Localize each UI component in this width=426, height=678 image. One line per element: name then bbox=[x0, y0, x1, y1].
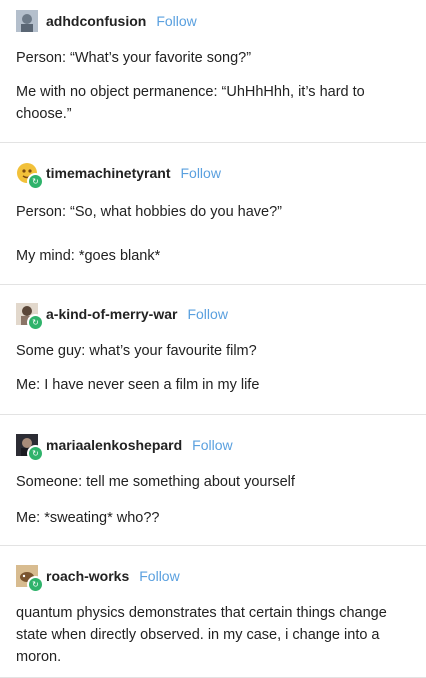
avatar[interactable]: ↻ bbox=[16, 565, 44, 593]
avatar[interactable] bbox=[16, 10, 38, 32]
post-adhdconfusion: adhdconfusion Follow Person: “What’s you… bbox=[0, 0, 426, 143]
post-text-line: My mind: *goes blank* bbox=[16, 248, 161, 264]
username[interactable]: mariaalenkoshepard bbox=[46, 437, 182, 453]
post-header: adhdconfusion Follow bbox=[16, 7, 414, 35]
avatar[interactable]: ↻ bbox=[16, 434, 44, 462]
post-text-paragraph: quantum physics demonstrates that certai… bbox=[16, 605, 387, 665]
post-header: ↻ roach-works Follow bbox=[16, 562, 414, 593]
post-header: ↻ timemachinetyrant Follow bbox=[16, 159, 414, 190]
post-text-line: Me: *sweating* who?? bbox=[16, 510, 160, 526]
username[interactable]: a-kind-of-merry-war bbox=[46, 306, 177, 322]
post-text-line: Me with no object permanence: “UhHhHhh, … bbox=[16, 84, 365, 122]
avatar[interactable]: ↻ bbox=[16, 303, 44, 331]
post-a-kind-of-merry-war: ↻ a-kind-of-merry-war Follow Some guy: w… bbox=[0, 285, 426, 415]
follow-button[interactable]: Follow bbox=[192, 437, 232, 453]
avatar-icon bbox=[16, 10, 38, 32]
reblog-icon: ↻ bbox=[27, 445, 44, 462]
username[interactable]: adhdconfusion bbox=[46, 13, 146, 29]
post-text-line: Me: I have never seen a film in my life bbox=[16, 377, 260, 393]
post-text-line: Person: “So, what hobbies do you have?” bbox=[16, 204, 282, 220]
follow-button[interactable]: Follow bbox=[180, 165, 220, 181]
post-roach-works: ↻ roach-works Follow quantum physics dem… bbox=[0, 546, 426, 678]
follow-button[interactable]: Follow bbox=[156, 13, 196, 29]
username[interactable]: roach-works bbox=[46, 568, 129, 584]
post-header: ↻ mariaalenkoshepard Follow bbox=[16, 431, 414, 462]
follow-button[interactable]: Follow bbox=[187, 306, 227, 322]
avatar[interactable]: ↻ bbox=[16, 162, 44, 190]
post-mariaalenkoshepard: ↻ mariaalenkoshepard Follow Someone: tel… bbox=[0, 415, 426, 546]
post-text-line: Some guy: what’s your favourite film? bbox=[16, 343, 257, 359]
reblog-icon: ↻ bbox=[27, 173, 44, 190]
post-header: ↻ a-kind-of-merry-war Follow bbox=[16, 300, 414, 331]
post-text-line: Someone: tell me something about yoursel… bbox=[16, 474, 295, 490]
username[interactable]: timemachinetyrant bbox=[46, 165, 170, 181]
post-text-line: Person: “What’s your favorite song?” bbox=[16, 50, 252, 66]
reblog-icon: ↻ bbox=[27, 314, 44, 331]
post-timemachinetyrant: ↻ timemachinetyrant Follow Person: “So, … bbox=[0, 143, 426, 285]
reblog-icon: ↻ bbox=[27, 576, 44, 593]
follow-button[interactable]: Follow bbox=[139, 568, 179, 584]
